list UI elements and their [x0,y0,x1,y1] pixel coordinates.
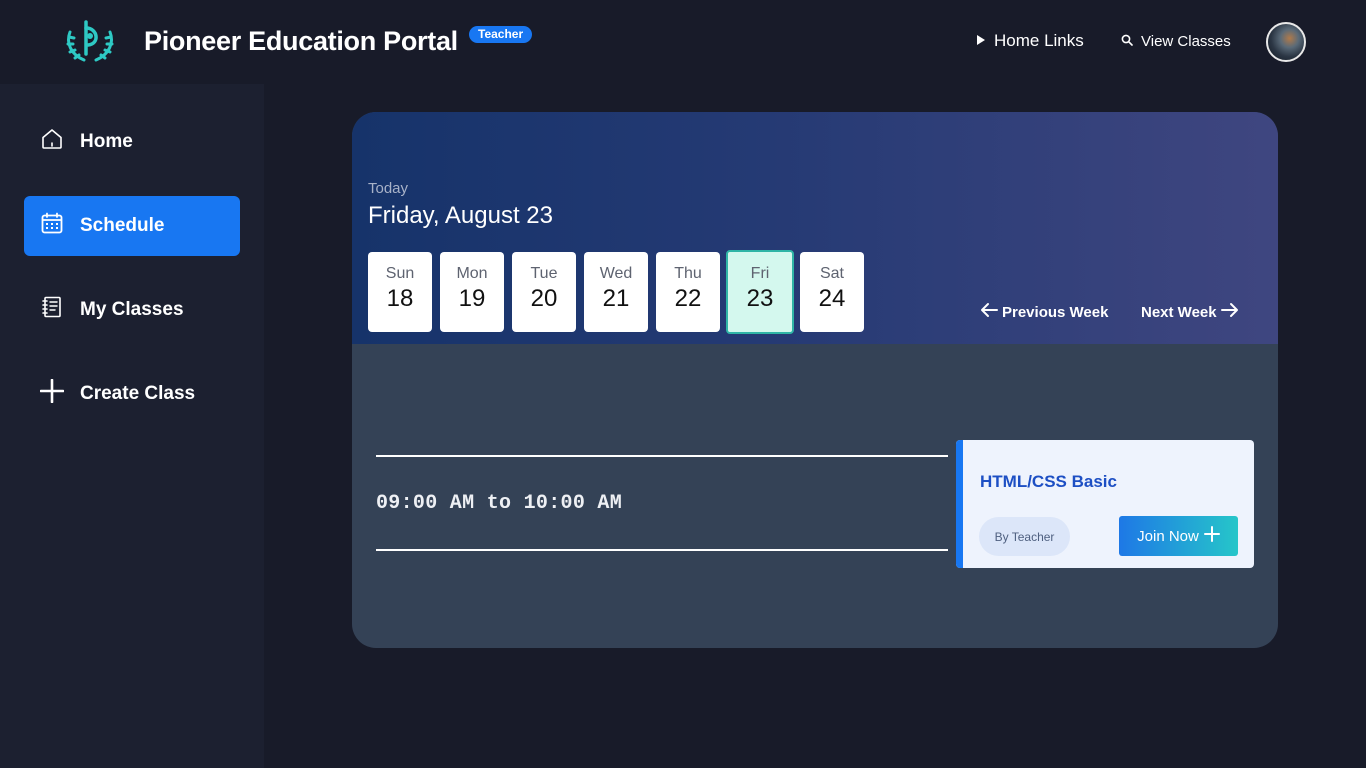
class-title: HTML/CSS Basic [980,472,1117,491]
day-name: Wed [599,265,633,282]
join-now-button[interactable]: Join Now [1119,516,1238,556]
day-name: Fri [750,265,770,282]
day-sat[interactable]: Sat 24 [800,252,864,332]
day-sun[interactable]: Sun 18 [368,252,432,332]
day-name: Mon [456,265,488,282]
class-time-range: 09:00 AM to 10:00 AM [376,492,623,515]
sidebar-item-my-classes[interactable]: My Classes [24,280,240,340]
calendar-icon [40,211,64,241]
nav-view-classes-label: View Classes [1141,33,1231,50]
sidebar-item-schedule[interactable]: Schedule [24,196,240,256]
plus-icon [39,378,65,409]
schedule-header: Today Friday, August 23 Sun 18 Mon 19 Tu… [352,112,1278,344]
class-card[interactable]: HTML/CSS Basic By Teacher Join Now [956,440,1254,568]
day-number: 23 [746,285,774,312]
timeline-divider-bottom [376,549,948,551]
day-number: 21 [602,285,630,312]
sidebar-item-label: Schedule [80,215,165,236]
notebook-icon [40,295,64,325]
arrow-left-icon [980,302,998,322]
sidebar-item-label: My Classes [80,299,184,320]
brand-title: Pioneer Education Portal [144,26,458,56]
day-number: 19 [458,285,486,312]
schedule-card: Today Friday, August 23 Sun 18 Mon 19 Tu… [352,112,1278,648]
day-fri-selected[interactable]: Fri 23 [726,250,794,334]
previous-week-button[interactable]: Previous Week [980,302,1108,322]
day-name: Tue [530,265,558,282]
home-icon [40,127,64,157]
search-icon [1121,33,1133,50]
day-name: Sun [385,265,415,282]
sidebar: Home Schedule My Classes Create Class [0,84,264,768]
day-number: 20 [530,285,558,312]
day-mon[interactable]: Mon 19 [440,252,504,332]
today-label: Today [368,180,409,197]
portal-logo-icon[interactable] [62,18,118,66]
next-week-label: Next Week [1141,303,1217,321]
plus-icon [1203,526,1220,546]
nav-home-links-label: Home Links [994,31,1084,50]
next-week-button[interactable]: Next Week [1141,302,1239,322]
nav-home-links[interactable]: Home Links [976,31,1084,51]
day-tue[interactable]: Tue 20 [512,252,576,332]
sidebar-item-label: Create Class [80,383,196,404]
teacher-badge: By Teacher [979,517,1070,556]
join-now-label: Join Now [1137,527,1199,545]
today-date: Friday, August 23 [368,202,553,229]
sidebar-item-home[interactable]: Home [24,112,240,172]
day-number: 18 [386,285,414,312]
day-number: 24 [818,285,846,312]
top-header: Pioneer Education Portal Teacher Home Li… [0,0,1366,84]
day-wed[interactable]: Wed 21 [584,252,648,332]
sidebar-item-label: Home [80,131,133,152]
arrow-right-icon [1220,302,1239,322]
day-number: 22 [674,285,702,312]
role-badge: Teacher [469,26,533,43]
previous-week-label: Previous Week [1002,303,1109,321]
user-avatar[interactable] [1266,22,1306,62]
day-name: Sat [819,265,844,282]
play-icon [976,31,986,51]
sidebar-item-create-class[interactable]: Create Class [24,364,240,424]
nav-view-classes[interactable]: View Classes [1121,33,1231,50]
timeline-divider-top [376,455,948,457]
day-name: Thu [674,265,702,282]
day-thu[interactable]: Thu 22 [656,252,720,332]
